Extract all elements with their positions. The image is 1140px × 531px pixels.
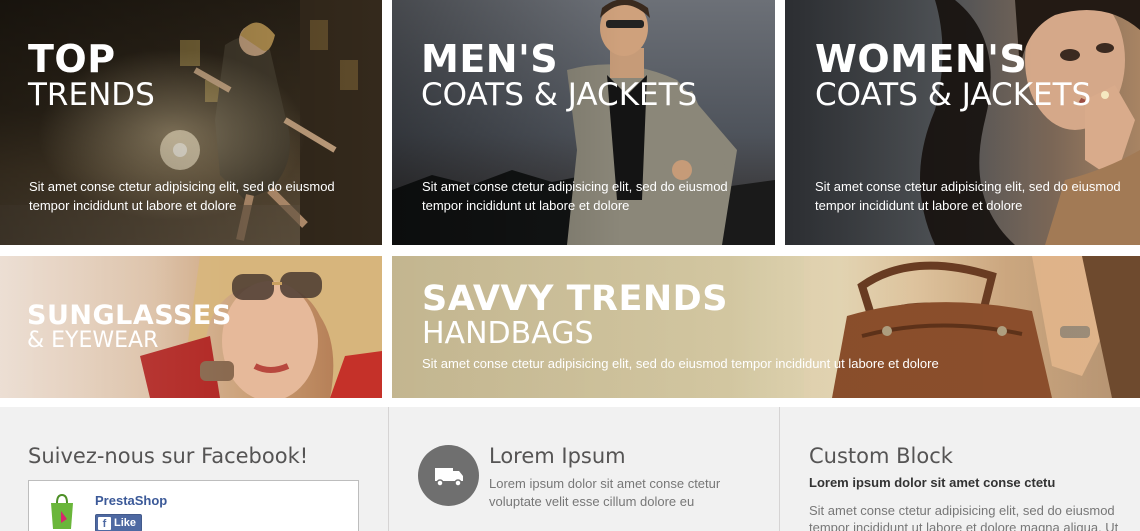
banner-womens-coats[interactable]: WOMEN'S COATS & JACKETS Sit amet conse c… bbox=[785, 0, 1140, 245]
facebook-like-box: PrestaShop f Like bbox=[28, 480, 359, 531]
facebook-f-icon: f bbox=[98, 516, 111, 530]
banner-title: SAVVY TRENDS HANDBAGS bbox=[422, 282, 728, 349]
banner-title-big: SUNGLASSES bbox=[27, 300, 232, 331]
facebook-like-button[interactable]: f Like bbox=[95, 514, 143, 531]
banner-title-small: COATS & JACKETS bbox=[421, 77, 698, 113]
homepage: TOP TRENDS Sit amet conse ctetur adipisi… bbox=[0, 0, 1140, 531]
info-block-text: Lorem ipsum dolor sit amet conse ctetur … bbox=[489, 476, 721, 509]
banner-description: Sit amet conse ctetur adipisicing elit, … bbox=[422, 356, 939, 371]
truck-icon bbox=[418, 445, 479, 506]
banner-description: Sit amet conse ctetur adipisicing elit, … bbox=[422, 179, 728, 213]
banner-title-big: MEN'S bbox=[421, 37, 559, 81]
banner-title-big: SAVVY TRENDS bbox=[422, 279, 728, 319]
banner-title-big: WOMEN'S bbox=[815, 37, 1028, 81]
banner-description: Sit amet conse ctetur adipisicing elit, … bbox=[815, 179, 1121, 213]
banner-title-small: & EYEWEAR bbox=[27, 328, 159, 353]
custom-block-text: Sit amet conse ctetur adipisicing elit, … bbox=[809, 503, 1119, 531]
banner-sunglasses[interactable]: SUNGLASSES & EYEWEAR bbox=[0, 256, 382, 398]
banner-title: SUNGLASSES & EYEWEAR bbox=[27, 302, 232, 352]
footer-blocks: Suivez-nous sur Facebook! PrestaShop f L… bbox=[0, 407, 1140, 531]
banner-title: MEN'S COATS & JACKETS bbox=[421, 40, 697, 111]
custom-block-title: Custom Block bbox=[809, 444, 953, 468]
banner-top-trends[interactable]: TOP TRENDS Sit amet conse ctetur adipisi… bbox=[0, 0, 382, 245]
banner-title-small: COATS & JACKETS bbox=[815, 77, 1092, 113]
banner-title-big: TOP bbox=[28, 37, 116, 81]
facebook-block-title: Suivez-nous sur Facebook! bbox=[28, 444, 309, 468]
custom-block: Custom Block Lorem ipsum dolor sit amet … bbox=[779, 407, 1140, 531]
facebook-like-label: Like bbox=[114, 517, 137, 529]
prestashop-logo-icon[interactable] bbox=[47, 493, 77, 531]
banner-title: TOP TRENDS bbox=[28, 40, 155, 111]
banner-title: WOMEN'S COATS & JACKETS bbox=[815, 40, 1091, 111]
banner-description: Sit amet conse ctetur adipisicing elit, … bbox=[29, 179, 335, 213]
banner-handbags[interactable]: SAVVY TRENDS HANDBAGS Sit amet conse cte… bbox=[392, 256, 1140, 398]
custom-block-subtitle: Lorem ipsum dolor sit amet conse ctetu bbox=[809, 475, 1056, 490]
banner-mens-coats[interactable]: MEN'S COATS & JACKETS Sit amet conse cte… bbox=[392, 0, 775, 245]
info-block: Lorem Ipsum Lorem ipsum dolor sit amet c… bbox=[388, 407, 779, 531]
banner-title-small: HANDBAGS bbox=[422, 316, 594, 351]
facebook-page-name[interactable]: PrestaShop bbox=[95, 493, 167, 508]
info-block-title: Lorem Ipsum bbox=[489, 444, 626, 468]
banner-title-small: TRENDS bbox=[28, 77, 155, 113]
